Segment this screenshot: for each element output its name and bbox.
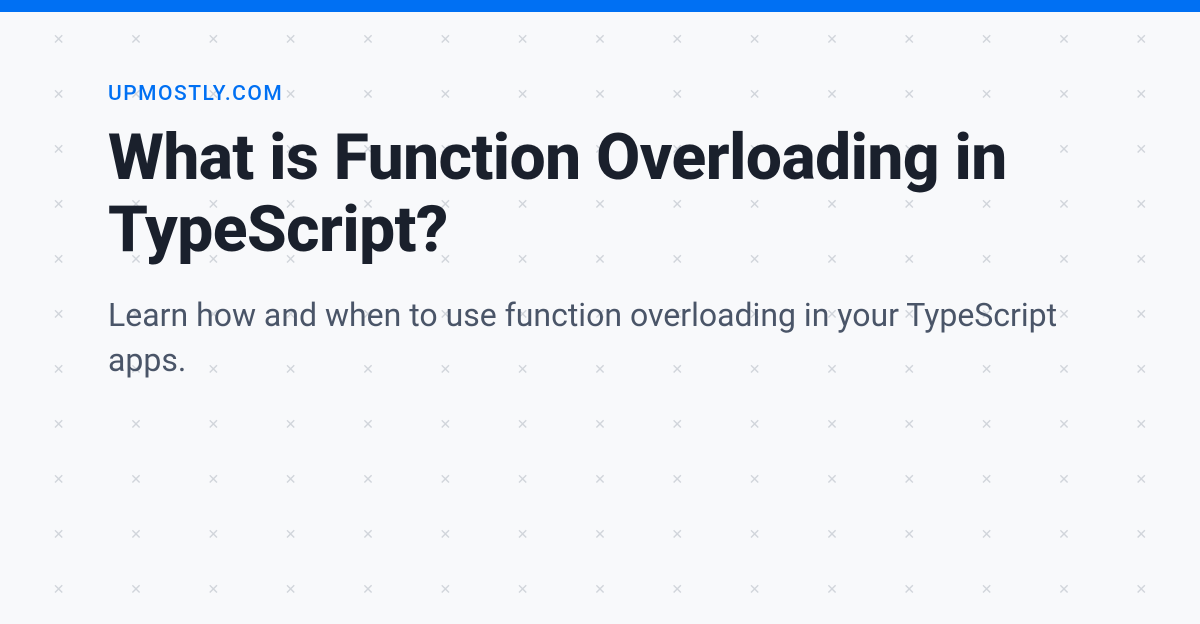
top-accent-bar bbox=[0, 0, 1200, 12]
site-name: UPMOSTLY.COM bbox=[108, 82, 1092, 106]
article-title: What is Function Overloading in TypeScri… bbox=[108, 122, 1092, 265]
article-subtitle: Learn how and when to use function overl… bbox=[108, 293, 1092, 383]
article-content: UPMOSTLY.COM What is Function Overloadin… bbox=[108, 82, 1092, 383]
